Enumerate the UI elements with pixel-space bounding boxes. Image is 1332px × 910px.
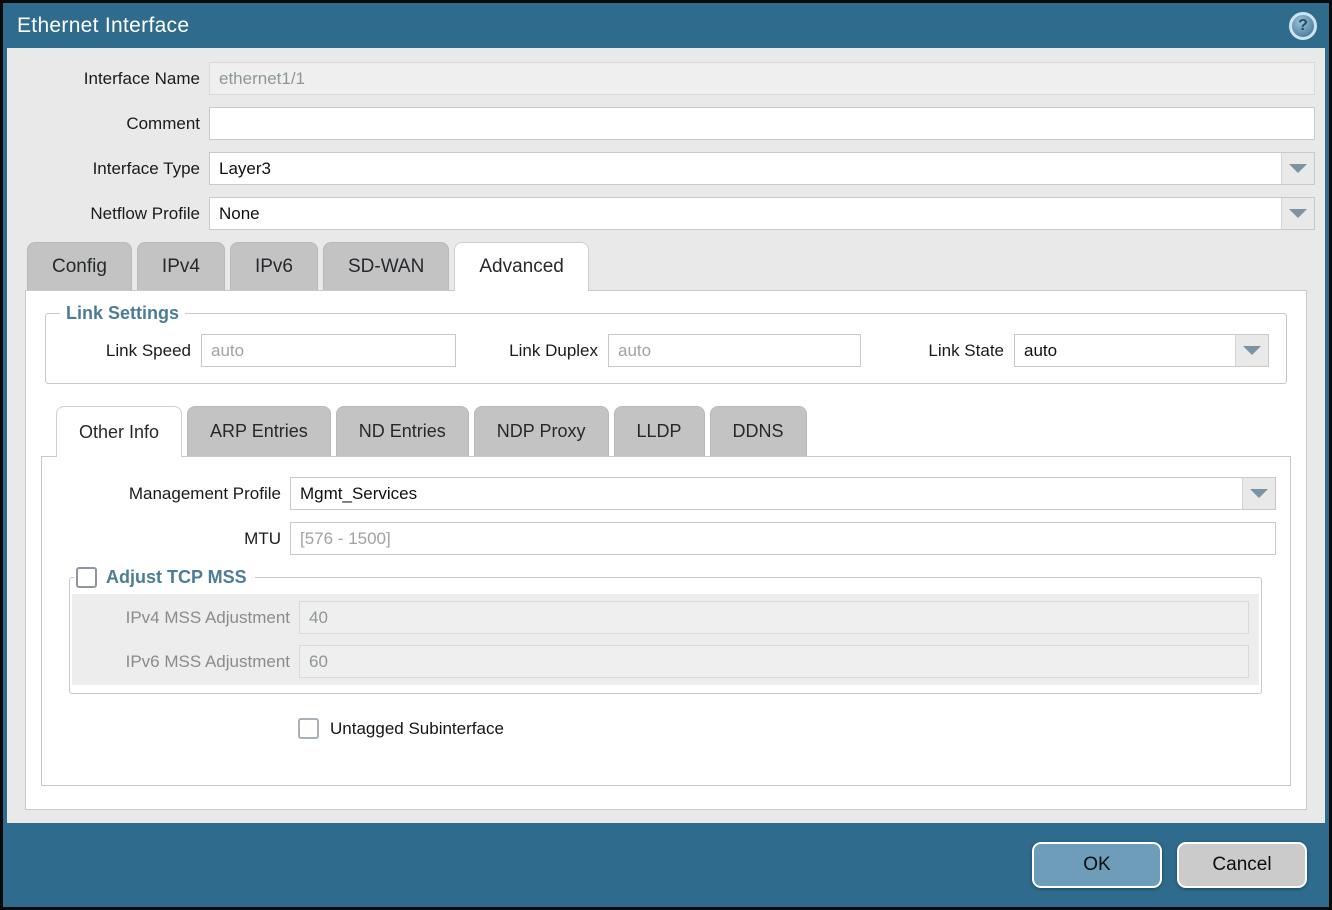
untagged-subinterface-checkbox[interactable] [298,718,319,739]
interface-name-label: Interface Name [17,69,209,89]
netflow-profile-select[interactable]: None [209,197,1315,230]
mtu-label: MTU [42,529,290,549]
link-settings-group: Link Settings Link Speed Link Duplex Lin… [45,303,1287,384]
link-duplex-label: Link Duplex [456,341,608,361]
adjust-tcp-mss-group: Adjust TCP MSS IPv4 MSS Adjustment IPv6 … [69,567,1262,694]
management-profile-row: Management Profile Mgmt_Services [42,477,1276,510]
adjust-tcp-mss-label: Adjust TCP MSS [106,567,247,588]
link-speed-input[interactable] [201,334,456,367]
link-settings-legend: Link Settings [60,303,185,324]
tab-lldp[interactable]: LLDP [614,406,705,456]
comment-row: Comment [17,107,1315,140]
link-state-value: auto [1015,335,1235,366]
sub-tab-bar: Other Info ARP Entries ND Entries NDP Pr… [41,406,1291,456]
ipv4-mss-label: IPv4 MSS Adjustment [72,608,299,628]
chevron-down-icon [1243,346,1261,355]
tab-other-info[interactable]: Other Info [56,406,182,457]
netflow-profile-label: Netflow Profile [17,204,209,224]
management-profile-value: Mgmt_Services [291,478,1242,509]
link-state-select[interactable]: auto [1014,334,1269,367]
comment-input[interactable] [209,107,1315,140]
tab-ipv4[interactable]: IPv4 [137,242,225,290]
tab-sdwan[interactable]: SD-WAN [323,242,449,290]
other-info-panel: Management Profile Mgmt_Services MTU [41,456,1291,786]
tab-advanced[interactable]: Advanced [454,242,589,291]
tab-ipv6[interactable]: IPv6 [230,242,318,290]
chevron-down-icon [1289,209,1307,218]
dialog-titlebar: Ethernet Interface ? [3,3,1329,48]
interface-type-label: Interface Type [17,159,209,179]
netflow-profile-value: None [210,198,1281,229]
interface-type-dropdown-button[interactable] [1281,153,1314,184]
tab-ndp-proxy[interactable]: NDP Proxy [474,406,609,456]
link-settings-row: Link Speed Link Duplex Link State auto [58,334,1274,367]
help-icon[interactable]: ? [1289,12,1317,40]
dialog-content: Interface Name Comment Interface Type La… [7,48,1325,823]
dialog-footer: OK Cancel [3,823,1329,907]
dialog-title: Ethernet Interface [17,14,189,38]
ipv6-mss-input [299,645,1249,678]
advanced-tab-panel: Link Settings Link Speed Link Duplex Lin… [25,290,1307,810]
tab-config[interactable]: Config [27,242,132,290]
ethernet-interface-dialog: Ethernet Interface ? Interface Name Comm… [0,0,1332,910]
mss-disabled-block: IPv4 MSS Adjustment IPv6 MSS Adjustment [72,594,1259,685]
ipv4-mss-input [299,601,1249,634]
tab-nd-entries[interactable]: ND Entries [336,406,469,456]
interface-type-row: Interface Type Layer3 [17,152,1315,185]
chevron-down-icon [1250,489,1268,498]
main-tab-bar: Config IPv4 IPv6 SD-WAN Advanced [17,242,1315,290]
untagged-subinterface-row: Untagged Subinterface [298,718,1276,739]
management-profile-label: Management Profile [42,484,290,504]
management-profile-dropdown-button[interactable] [1242,478,1275,509]
adjust-tcp-mss-checkbox[interactable] [76,567,97,588]
management-profile-select[interactable]: Mgmt_Services [290,477,1276,510]
mtu-row: MTU [42,522,1276,555]
untagged-subinterface-label: Untagged Subinterface [330,719,504,739]
link-state-dropdown-button[interactable] [1235,335,1268,366]
comment-label: Comment [17,114,209,134]
cancel-button[interactable]: Cancel [1177,842,1307,888]
ipv6-mss-row: IPv6 MSS Adjustment [72,645,1249,678]
tab-arp-entries[interactable]: ARP Entries [187,406,331,456]
link-speed-label: Link Speed [58,341,201,361]
mtu-input[interactable] [290,522,1276,555]
tab-ddns[interactable]: DDNS [710,406,807,456]
netflow-profile-dropdown-button[interactable] [1281,198,1314,229]
interface-type-select[interactable]: Layer3 [209,152,1315,185]
ok-button[interactable]: OK [1032,842,1162,888]
link-duplex-input[interactable] [608,334,861,367]
link-state-label: Link State [861,341,1014,361]
interface-name-input [209,62,1315,95]
netflow-profile-row: Netflow Profile None [17,197,1315,230]
interface-name-row: Interface Name [17,62,1315,95]
ipv6-mss-label: IPv6 MSS Adjustment [72,652,299,672]
chevron-down-icon [1289,164,1307,173]
interface-type-value: Layer3 [210,153,1281,184]
ipv4-mss-row: IPv4 MSS Adjustment [72,601,1249,634]
